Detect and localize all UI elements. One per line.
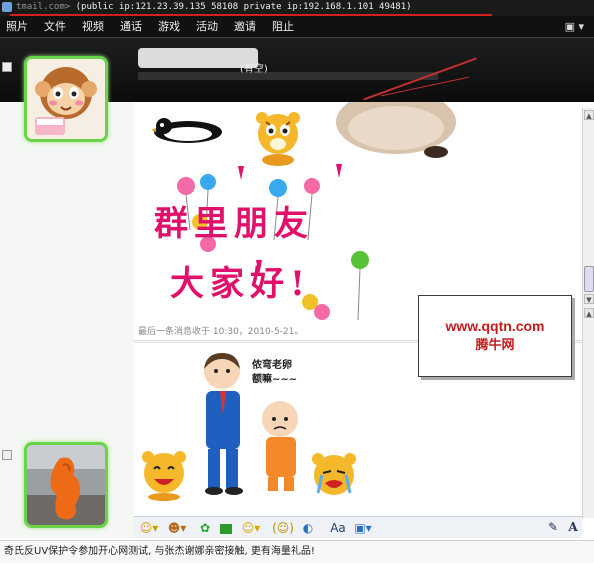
window-title: (public ip:121.23.39.135 58108 private i… (75, 2, 412, 12)
contact-avatar[interactable] (24, 56, 108, 142)
collapse-toggle-top-icon[interactable] (2, 62, 12, 72)
menu-files[interactable]: 文件 (44, 20, 66, 34)
handwriting-icon[interactable]: ✎ (546, 520, 560, 534)
photo-avatar-icon (27, 445, 105, 525)
gift-icon[interactable]: ☺▾ (240, 520, 262, 536)
menu-dropdown-icon[interactable]: ▣ ▾ (565, 20, 584, 33)
tiger-sticker-icon (256, 112, 300, 166)
scroll-up-icon[interactable]: ▲ (584, 110, 594, 120)
menu-activities[interactable]: 活动 (196, 20, 218, 34)
watermark-name: 腾牛网 (475, 338, 515, 353)
menu-video[interactable]: 视频 (82, 20, 104, 34)
watermark-url: www.qqtn.com (445, 318, 545, 334)
background-icon[interactable] (218, 520, 234, 536)
emoticon-icon[interactable]: ☺▾ (138, 520, 160, 536)
menu-photos[interactable]: 照片 (6, 20, 28, 34)
tiger-laughing-sticker-icon (142, 451, 186, 501)
text-mode-icon[interactable]: A (566, 520, 580, 534)
penguin-sticker-icon (152, 118, 222, 143)
scroll-down-icon[interactable]: ▼ (584, 294, 594, 304)
messenger-window: tmail.com> (public ip:121.23.39.135 5810… (0, 0, 594, 563)
image-icon[interactable]: ▣▾ (352, 520, 374, 536)
my-avatar[interactable] (24, 442, 108, 528)
menu-call[interactable]: 通话 (120, 20, 142, 34)
collapse-toggle-bottom-icon[interactable] (2, 450, 12, 460)
cat-sticker-icon (336, 102, 456, 158)
monkey-avatar-icon (27, 59, 105, 139)
nudge-icon[interactable]: ✿ (198, 520, 212, 536)
input-toolbar: ☺▾ ☻▾ ✿ ☺▾ (☺) ◐ Aa ▣▾ (134, 516, 582, 538)
greeting-line-2: 大家好! (170, 264, 311, 304)
voice-clip-icon[interactable]: (☺) (272, 520, 294, 536)
greeting-line-1: 群里朋友 (154, 204, 314, 244)
wink-icon[interactable]: ☻▾ (166, 520, 188, 536)
sticker-caption: 侬弯老卵 额嘛~~~ (252, 360, 298, 385)
scroll-up-lower-icon[interactable]: ▲ (584, 308, 594, 318)
personal-message-redacted (138, 72, 438, 80)
watermark-box: www.qqtn.com 腾牛网 (418, 295, 572, 377)
menu-games[interactable]: 游戏 (158, 20, 180, 34)
font-icon[interactable]: Aa (330, 520, 346, 536)
menu-invite[interactable]: 邀请 (234, 20, 256, 34)
tiger-crying-sticker-icon (312, 453, 356, 495)
app-icon (2, 2, 12, 12)
chat-scrollbar[interactable]: ▲ ▼ ▲ (582, 108, 594, 518)
menu-block[interactable]: 阻止 (272, 20, 294, 34)
menu-bar: 照片 文件 视频 通话 游戏 活动 邀请 阻止 ▣ ▾ (0, 16, 594, 38)
title-prefix: tmail.com> (16, 2, 71, 12)
title-bar: tmail.com> (public ip:121.23.39.135 5810… (0, 0, 594, 16)
ad-status-bar[interactable]: 奇氏反UV保护令参加开心网测试, 与张杰谢娜亲密接触, 更有海量礼品! (0, 540, 594, 563)
scroll-thumb[interactable] (584, 266, 594, 292)
game-icon[interactable]: ◐ (300, 520, 316, 536)
